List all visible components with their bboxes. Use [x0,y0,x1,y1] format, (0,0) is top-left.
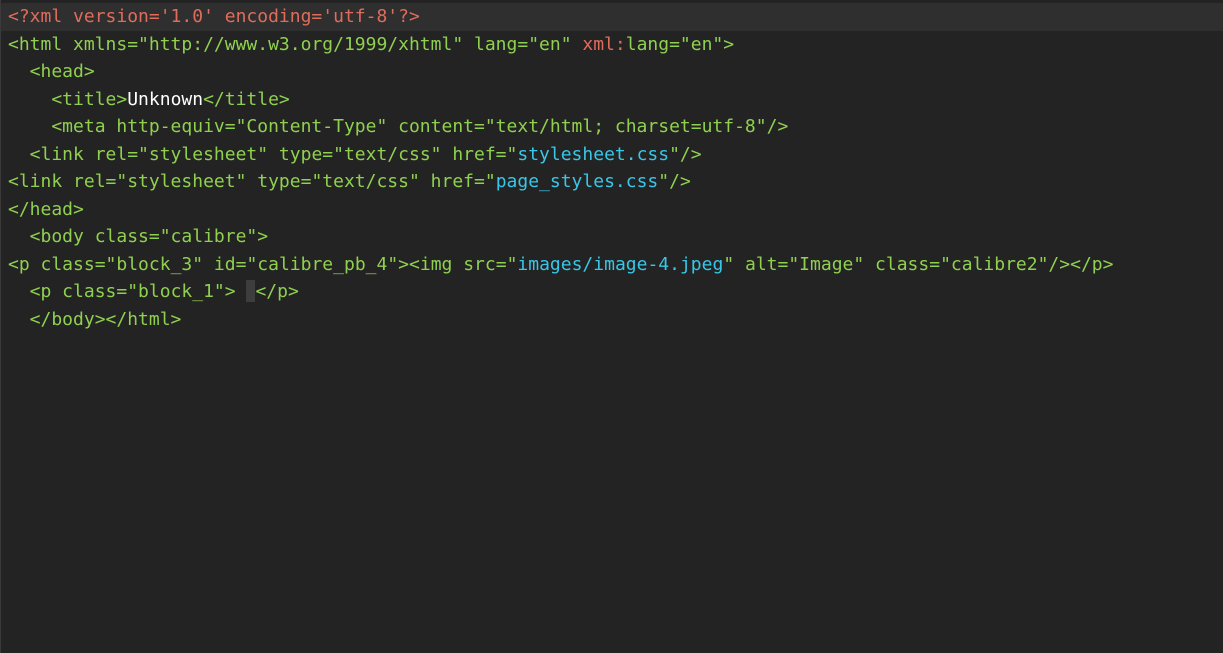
code-line[interactable]: <html xmlns="http://www.w3.org/1999/xhtm… [1,31,1223,59]
code-token-attribute: lang= [625,33,680,55]
code-token-tag: <title> [8,88,128,110]
code-token-link: images/image-4.jpeg [517,253,724,275]
code-token-attribute: content= [387,116,485,137]
code-token-string: "Image" [788,253,865,275]
code-token-string: " [506,253,518,275]
code-line[interactable]: <?xml version='1.0' encoding='utf-8'?> [1,3,1223,31]
code-token-tag: <head> [8,61,95,82]
code-line[interactable]: <title>Unknown</title> [1,86,1223,114]
code-token-string: " [506,143,518,165]
code-token-string: "block_3" [105,253,204,275]
code-token-string: "stylesheet" [138,143,269,165]
code-token-string: " [484,171,496,192]
code-token-link: page_styles.css [495,171,659,192]
code-token-attribute: id= [203,253,247,275]
code-token-string: "en"> [679,33,735,55]
code-token-attribute: type= [246,171,312,192]
code-line[interactable]: <body class="calibre"> [1,223,1223,251]
code-line[interactable]: <link rel="stylesheet" type="text/css" h… [1,168,1223,196]
code-token-string: "stylesheet" [116,171,247,192]
code-token-attribute: href= [419,171,485,192]
code-line[interactable]: </head> [1,196,1223,224]
code-token-text: Unknown [127,88,204,110]
code-token-string: "en" [528,33,572,55]
code-line[interactable]: <meta http-equiv="Content-Type" content=… [1,113,1223,141]
code-token-tag: </p> [255,281,299,302]
code-token-tag: <p class= [8,253,106,275]
code-token-string: "http://www.w3.org/1999/xhtml" [138,33,464,55]
code-token-tag: </head> [8,198,84,220]
code-token-string: "/> [669,143,702,165]
code-token-string: " [723,253,735,275]
code-token-string: "calibre_pb_4"> [246,253,410,275]
code-editor[interactable]: <?xml version='1.0' encoding='utf-8'?> <h… [0,0,1223,653]
code-line[interactable]: <link rel="stylesheet" type="text/css" h… [1,141,1223,169]
code-token-tag: <img src= [409,253,507,275]
code-token-tag: <body class= [8,226,160,247]
code-token-namespace: xml: [571,33,626,55]
code-token-tag: </body></html> [8,308,182,330]
code-token-string: "text/css" [311,171,420,192]
code-token-string: "text/html; charset=utf-8"/> [484,116,789,137]
code-token-attribute: alt= [734,253,789,275]
code-token-tag: <html xmlns= [8,33,139,55]
code-line[interactable]: <p class="block_3" id="calibre_pb_4"><im… [1,251,1223,279]
code-line[interactable]: </body></html> [1,306,1223,334]
code-token-string: "/> [658,171,691,192]
code-token-string: "block_1"> [127,281,236,302]
code-line[interactable]: <p class="block_1"> </p> [1,278,1223,306]
code-token-tag: <meta http-equiv= [8,116,236,137]
code-token-tag: <p class= [8,281,128,302]
code-line[interactable]: <head> [1,58,1223,86]
code-token-attribute: class= [864,253,941,275]
code-token-string: "text/css" [333,143,442,165]
code-token-string: "calibre2"/></p> [940,253,1114,275]
code-token-tag: </title> [203,88,290,110]
code-token-attribute: type= [268,143,334,165]
code-token-attribute: href= [441,143,507,165]
code-token-tag: <link rel= [8,143,139,165]
code-token-attribute: lang= [463,33,529,55]
code-token-declaration: <?xml version='1.0' encoding='utf-8'?> [8,6,420,27]
code-token-string: "Content-Type" [235,116,388,137]
code-token-tag: <link rel= [8,171,117,192]
code-token-link: stylesheet.css [517,143,670,165]
code-token-string: "calibre"> [159,226,269,247]
